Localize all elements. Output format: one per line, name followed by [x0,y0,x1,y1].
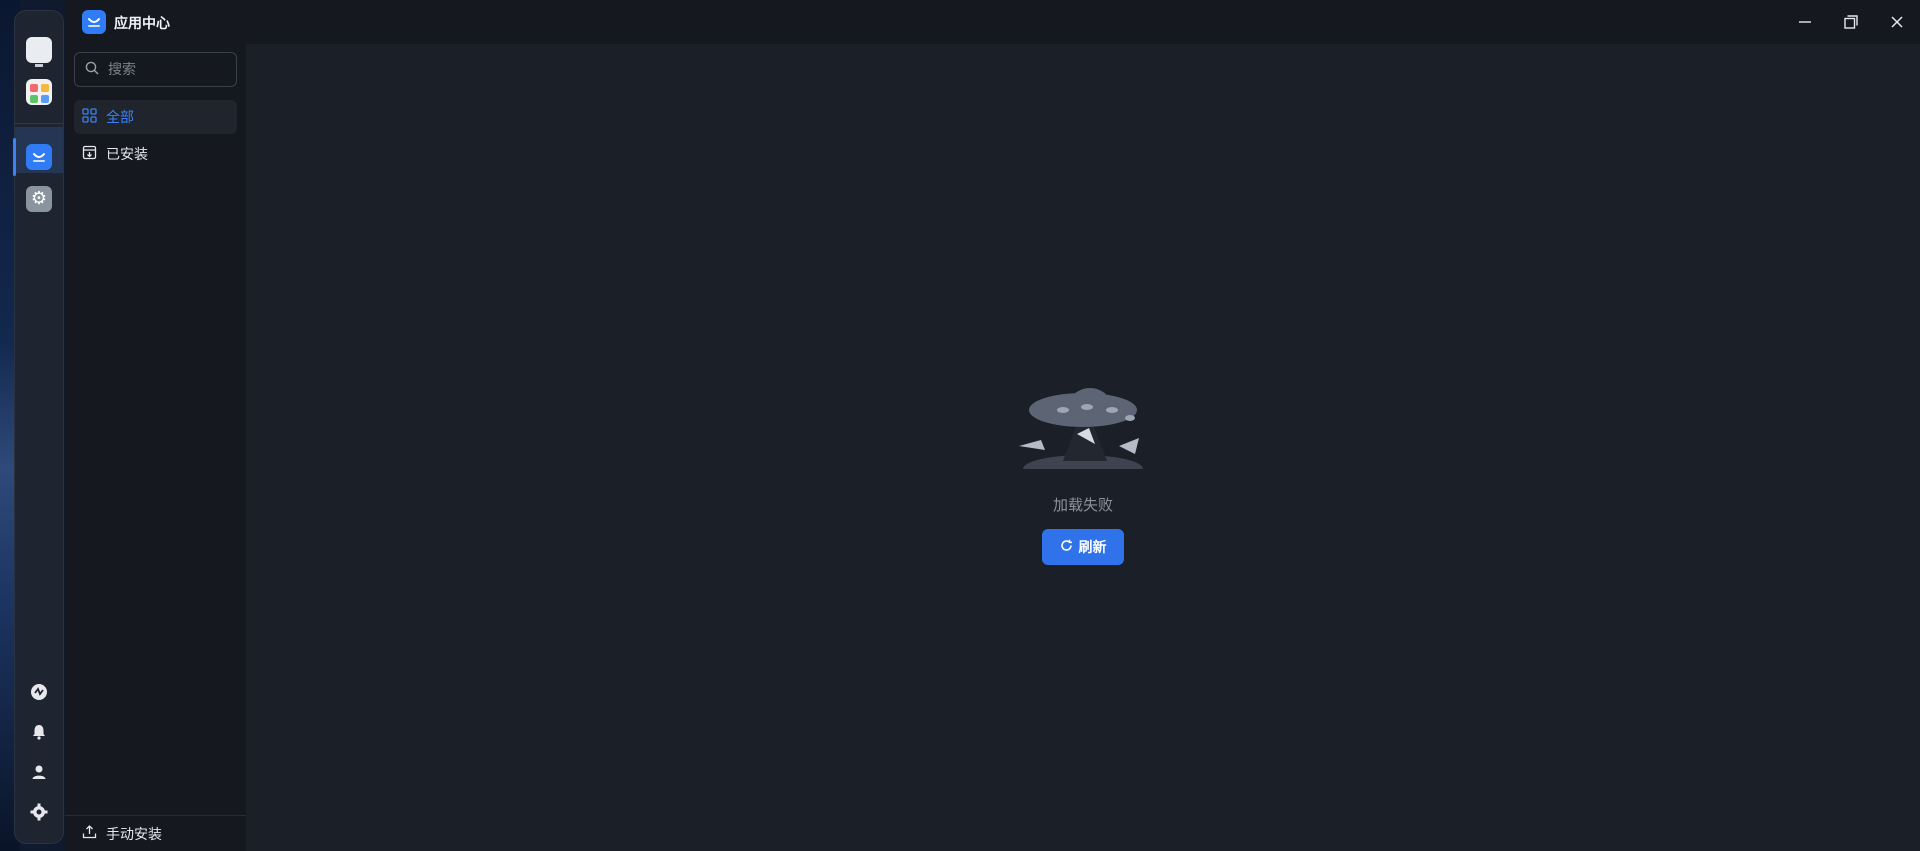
installed-icon [82,145,97,164]
refresh-label: 刷新 [1078,540,1107,556]
sidebar: 全部 已安装 手动安装 [65,44,246,851]
app-title: 应用中心 [114,16,170,32]
monitor-icon[interactable] [26,37,52,67]
status-icon[interactable] [28,681,50,703]
manual-install-label: 手动安装 [106,826,162,843]
search-input[interactable] [106,60,226,79]
app-center-window: 应用中心 搜索 全部 已安装 手动安装 加载失败 刷新 [65,0,1920,851]
main-content: 加载失败 刷新 [246,44,1920,851]
grid-icon [82,107,97,127]
gear-icon[interactable]: ⚙ [26,186,52,212]
dock: ⚙ [13,10,64,844]
sidebar-item-all[interactable]: 全部 [74,100,237,134]
empty-state: 加载失败 刷新 [1015,366,1151,565]
empty-message: 加载失败 [1052,496,1113,514]
sidebar-item-label: 已安装 [106,147,148,163]
refresh-icon [1060,539,1073,556]
sidebar-item-label: 全部 [106,110,134,126]
upload-icon [82,824,97,843]
manual-install-button[interactable]: 手动安装 [65,815,246,851]
store-icon[interactable] [13,138,52,176]
search-box[interactable] [74,52,237,87]
bell-icon[interactable] [28,721,50,743]
ufo-illustration [1015,366,1151,483]
titlebar: 应用中心 [65,0,1920,44]
minimize-button[interactable] [1793,10,1817,34]
dock-divider [14,123,64,124]
refresh-button[interactable]: 刷新 [1042,529,1124,565]
maximize-button[interactable] [1839,10,1863,34]
app-logo-icon [82,10,106,34]
sidebar-item-installed[interactable]: 已安装 [74,137,237,171]
search-icon [85,60,99,79]
gear-icon[interactable] [28,801,50,823]
close-button[interactable] [1885,10,1909,34]
apps-grid-icon[interactable] [26,79,52,105]
user-icon[interactable] [28,761,50,783]
